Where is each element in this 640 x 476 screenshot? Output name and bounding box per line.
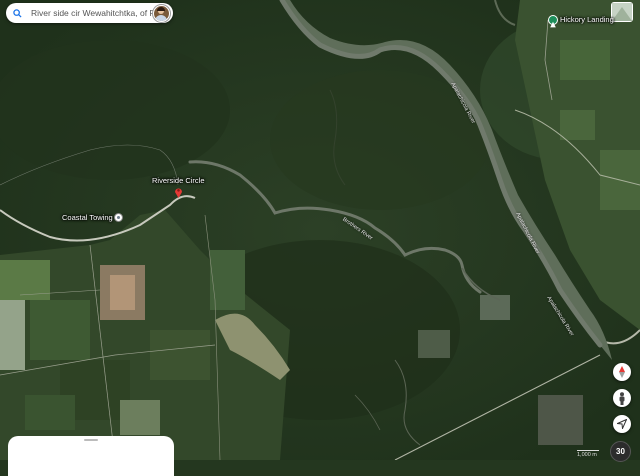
hickory-landing-label[interactable]: Hickory Landing: [560, 15, 614, 24]
navigation-arrow-icon: [617, 419, 627, 429]
search-icon[interactable]: [13, 8, 23, 18]
street-view-pegman-button[interactable]: [613, 389, 631, 407]
search-input[interactable]: [31, 5, 153, 21]
satellite-map[interactable]: [0, 0, 640, 460]
sheet-drag-handle[interactable]: [84, 439, 98, 441]
search-bar[interactable]: [6, 3, 173, 23]
avatar[interactable]: [153, 4, 170, 22]
scale-label: 1,000 m: [577, 452, 597, 458]
street-view-icon: [612, 3, 632, 21]
poi-icon[interactable]: [114, 213, 123, 222]
street-view-thumbnail[interactable]: [611, 2, 633, 22]
compass-button[interactable]: [613, 363, 631, 381]
park-icon[interactable]: [548, 15, 558, 28]
scale-bar: 1,000 m: [577, 450, 599, 458]
compass-icon: [619, 366, 625, 378]
bottom-sheet[interactable]: [8, 436, 174, 476]
coastal-towing-label[interactable]: Coastal Towing: [62, 213, 113, 222]
layers-count-button[interactable]: 30: [610, 441, 631, 462]
pegman-icon: [619, 391, 625, 405]
place-pin-icon[interactable]: [174, 185, 183, 198]
my-location-button[interactable]: [613, 415, 631, 433]
riverside-circle-label[interactable]: Riverside Circle: [152, 176, 205, 185]
